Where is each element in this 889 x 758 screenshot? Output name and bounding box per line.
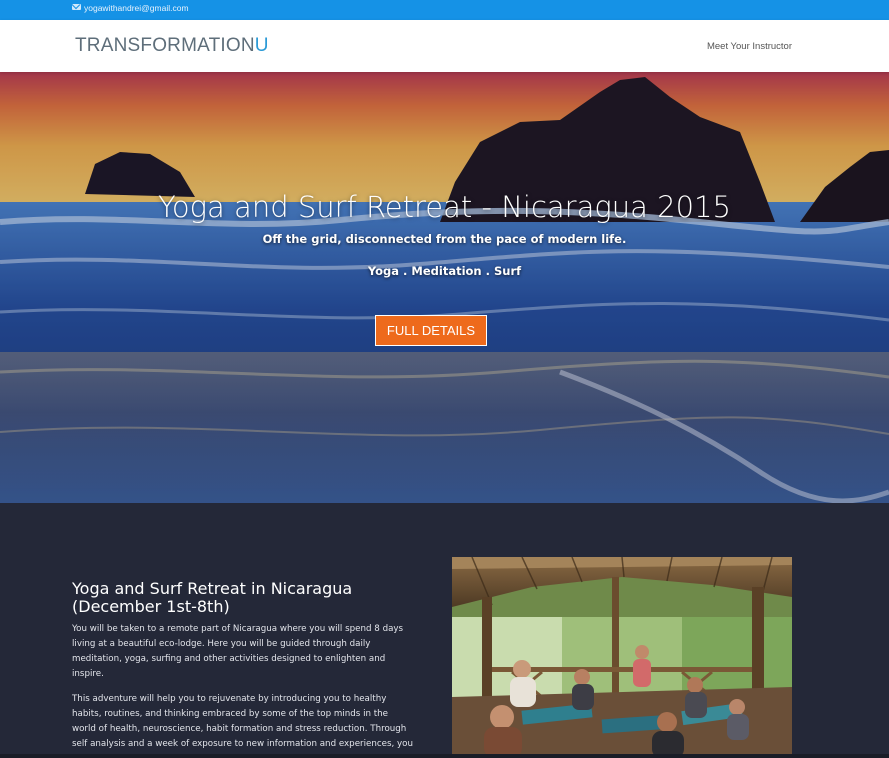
logo-accent: U: [254, 35, 269, 56]
site-header: TRANSFORMATIONU Meet Your Instructor: [0, 20, 889, 72]
page-bottom-edge: [0, 754, 889, 758]
hero-overlay: [0, 72, 889, 503]
retreat-info-section: Yoga and Surf Retreat in Nicaragua (Dece…: [0, 503, 889, 758]
hero-subtitle: Off the grid, disconnected from the pace…: [262, 232, 627, 246]
logo-text: TRANSFORMATION: [75, 35, 255, 56]
envelope-icon: [72, 4, 81, 10]
details-paragraph: This adventure will help you to rejuvena…: [72, 694, 414, 749]
hero-title: Yoga and Surf Retreat - Nicaragua 2015: [158, 190, 731, 224]
full-details-button[interactable]: FULL DETAILS: [375, 315, 487, 346]
intro-paragraph: You will be taken to a remote part of Ni…: [72, 624, 404, 679]
yoga-class-photo: [452, 557, 792, 758]
nav-meet-your-instructor[interactable]: Meet Your Instructor: [707, 41, 792, 52]
contact-email[interactable]: yogawithandrei@gmail.com: [84, 3, 189, 13]
top-contact-bar: yogawithandrei@gmail.com: [0, 0, 889, 20]
section-heading: Yoga and Surf Retreat in Nicaragua (Dece…: [72, 579, 353, 616]
hero-tagline: Yoga . Meditation . Surf: [367, 264, 522, 278]
site-logo[interactable]: TRANSFORMATIONU: [75, 35, 269, 57]
hero-section: Yoga and Surf Retreat - Nicaragua 2015 O…: [0, 72, 889, 503]
